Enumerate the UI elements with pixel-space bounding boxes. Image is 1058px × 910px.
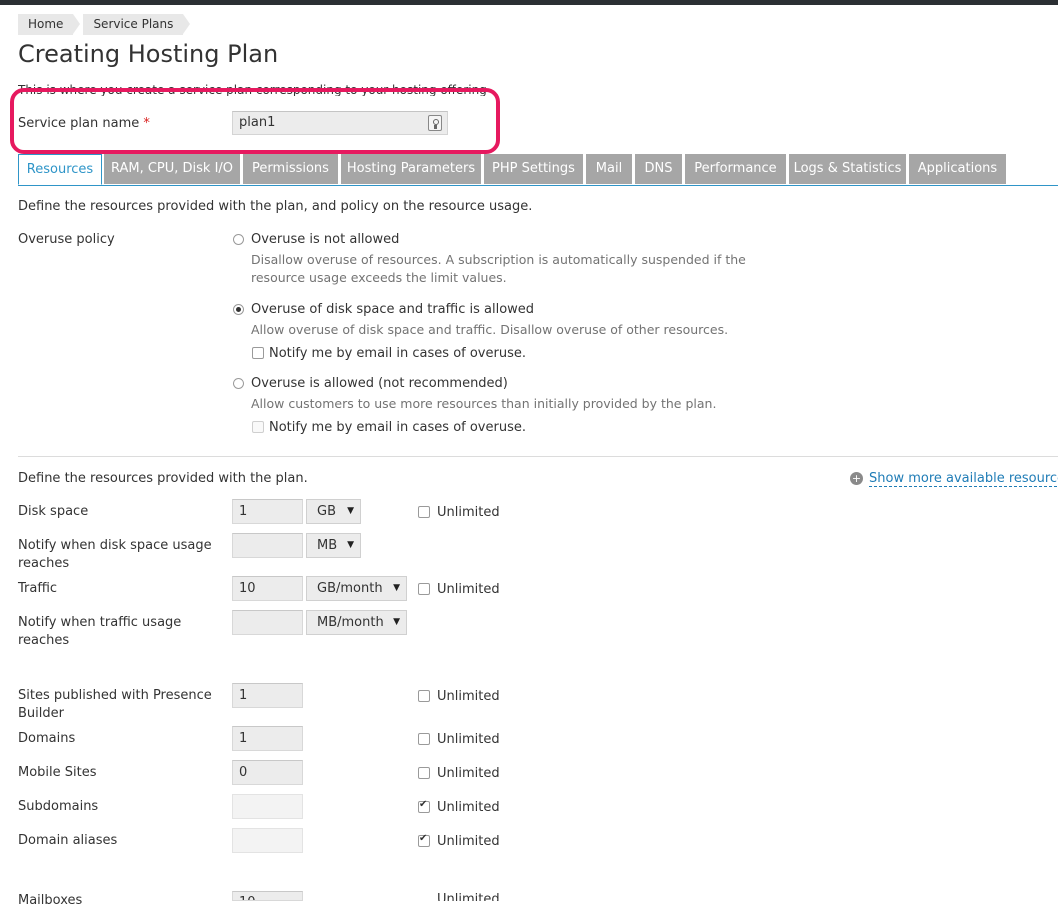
unlimited-label: Unlimited [437,834,500,849]
traffic-unit-select[interactable]: GB/month ▼ [306,576,407,601]
plus-icon: + [850,472,863,485]
mobile-sites-label: Mobile Sites [18,765,97,780]
tab-permissions[interactable]: Permissions [243,154,338,184]
notify-disk-input[interactable] [232,533,303,558]
notify-overuse-checkbox[interactable] [252,347,264,359]
notify-traffic-unit-select[interactable]: MB/month ▼ [306,610,407,635]
section-divider [18,456,1058,457]
chevron-down-icon: ▼ [393,583,400,593]
traffic-input[interactable]: 10 [232,576,303,601]
tab-mail[interactable]: Mail [586,154,632,184]
tab-resources[interactable]: Resources [18,154,102,185]
traffic-unlimited-checkbox[interactable] [418,583,430,595]
option-label: Overuse is not allowed [251,232,400,247]
highlight-annotation [10,88,500,154]
notify-disk-label: Notify when disk space usage reaches [18,538,212,571]
radio-overuse-disk-traffic[interactable] [233,304,244,315]
resources-intro-2: Define the resources provided with the p… [18,471,308,486]
unlimited-label: Unlimited [437,505,500,520]
notify-overuse-label: Notify me by email in cases of overuse. [269,420,526,435]
notify-traffic-label: Notify when traffic usage reaches [18,615,182,648]
radio-overuse-not-allowed[interactable] [233,234,244,245]
domains-input[interactable]: 1 [232,726,303,751]
mobile-unlimited-checkbox[interactable] [418,767,430,779]
notify-traffic-input[interactable] [232,610,303,635]
breadcrumb-home[interactable]: Home [18,14,81,35]
disk-space-input[interactable]: 1 [232,499,303,524]
unlimited-label: Unlimited [437,766,500,781]
unlimited-label: Unlimited [437,800,500,815]
tab-ram-cpu-disk[interactable]: RAM, CPU, Disk I/O [104,154,240,184]
option-desc: Disallow overuse of resources. A subscri… [251,252,746,267]
domains-unlimited-checkbox[interactable] [418,733,430,745]
chevron-down-icon: ▼ [347,506,354,516]
unlimited-label: Unlimited [437,689,500,704]
mailboxes-input[interactable]: 10 [232,891,303,901]
traffic-label: Traffic [18,581,58,596]
tab-dns[interactable]: DNS [635,154,682,184]
disk-space-unlimited-checkbox[interactable] [418,506,430,518]
mailboxes-label: Mailboxes [18,893,83,908]
domain-aliases-input[interactable] [232,828,303,853]
presence-unlimited-checkbox[interactable] [418,690,430,702]
unlimited-label: Unlimited [437,732,500,747]
notify-overuse-checkbox-disabled[interactable] [252,421,264,433]
tab-performance[interactable]: Performance [685,154,786,184]
option-desc: resource usage exceeds the limit values. [251,270,507,285]
option-label: Overuse of disk space and traffic is all… [251,302,535,317]
domain-aliases-label: Domain aliases [18,833,118,848]
tab-logs-statistics[interactable]: Logs & Statistics [789,154,906,184]
chevron-down-icon: ▼ [347,540,354,550]
tab-applications[interactable]: Applications [909,154,1006,184]
tab-bar: Resources RAM, CPU, Disk I/O Permissions… [18,154,1058,186]
option-desc: Allow overuse of disk space and traffic.… [251,322,729,337]
aliases-unlimited-checkbox[interactable] [418,833,430,847]
mobile-sites-input[interactable]: 0 [232,760,303,785]
breadcrumb: Home Service Plans [18,14,193,35]
subdomains-input[interactable] [232,794,303,819]
chevron-down-icon: ▼ [393,617,400,627]
page-title: Creating Hosting Plan [18,40,279,68]
notify-overuse-label: Notify me by email in cases of overuse. [269,346,526,361]
top-bar [0,0,1058,5]
disk-space-label: Disk space [18,504,89,519]
domains-label: Domains [18,731,76,746]
unlimited-label: Unlimited [437,582,500,597]
radio-overuse-allowed[interactable] [233,378,244,389]
unlimited-label: Unlimited [437,892,500,901]
disk-space-unit-select[interactable]: GB ▼ [306,499,361,524]
option-desc: Allow customers to use more resources th… [251,396,717,411]
tab-hosting-parameters[interactable]: Hosting Parameters [341,154,481,184]
subdomains-unlimited-checkbox[interactable] [418,799,430,813]
breadcrumb-service-plans[interactable]: Service Plans [83,14,191,35]
resources-intro: Define the resources provided with the p… [18,199,533,214]
tab-php-settings[interactable]: PHP Settings [484,154,583,184]
notify-disk-unit-select[interactable]: MB ▼ [306,533,361,558]
overuse-policy-label: Overuse policy [18,232,115,247]
subdomains-label: Subdomains [18,799,99,814]
presence-builder-input[interactable]: 1 [232,683,303,708]
option-label: Overuse is allowed (not recommended) [251,376,508,391]
presence-builder-label: Sites published with Presence Builder [18,688,212,721]
